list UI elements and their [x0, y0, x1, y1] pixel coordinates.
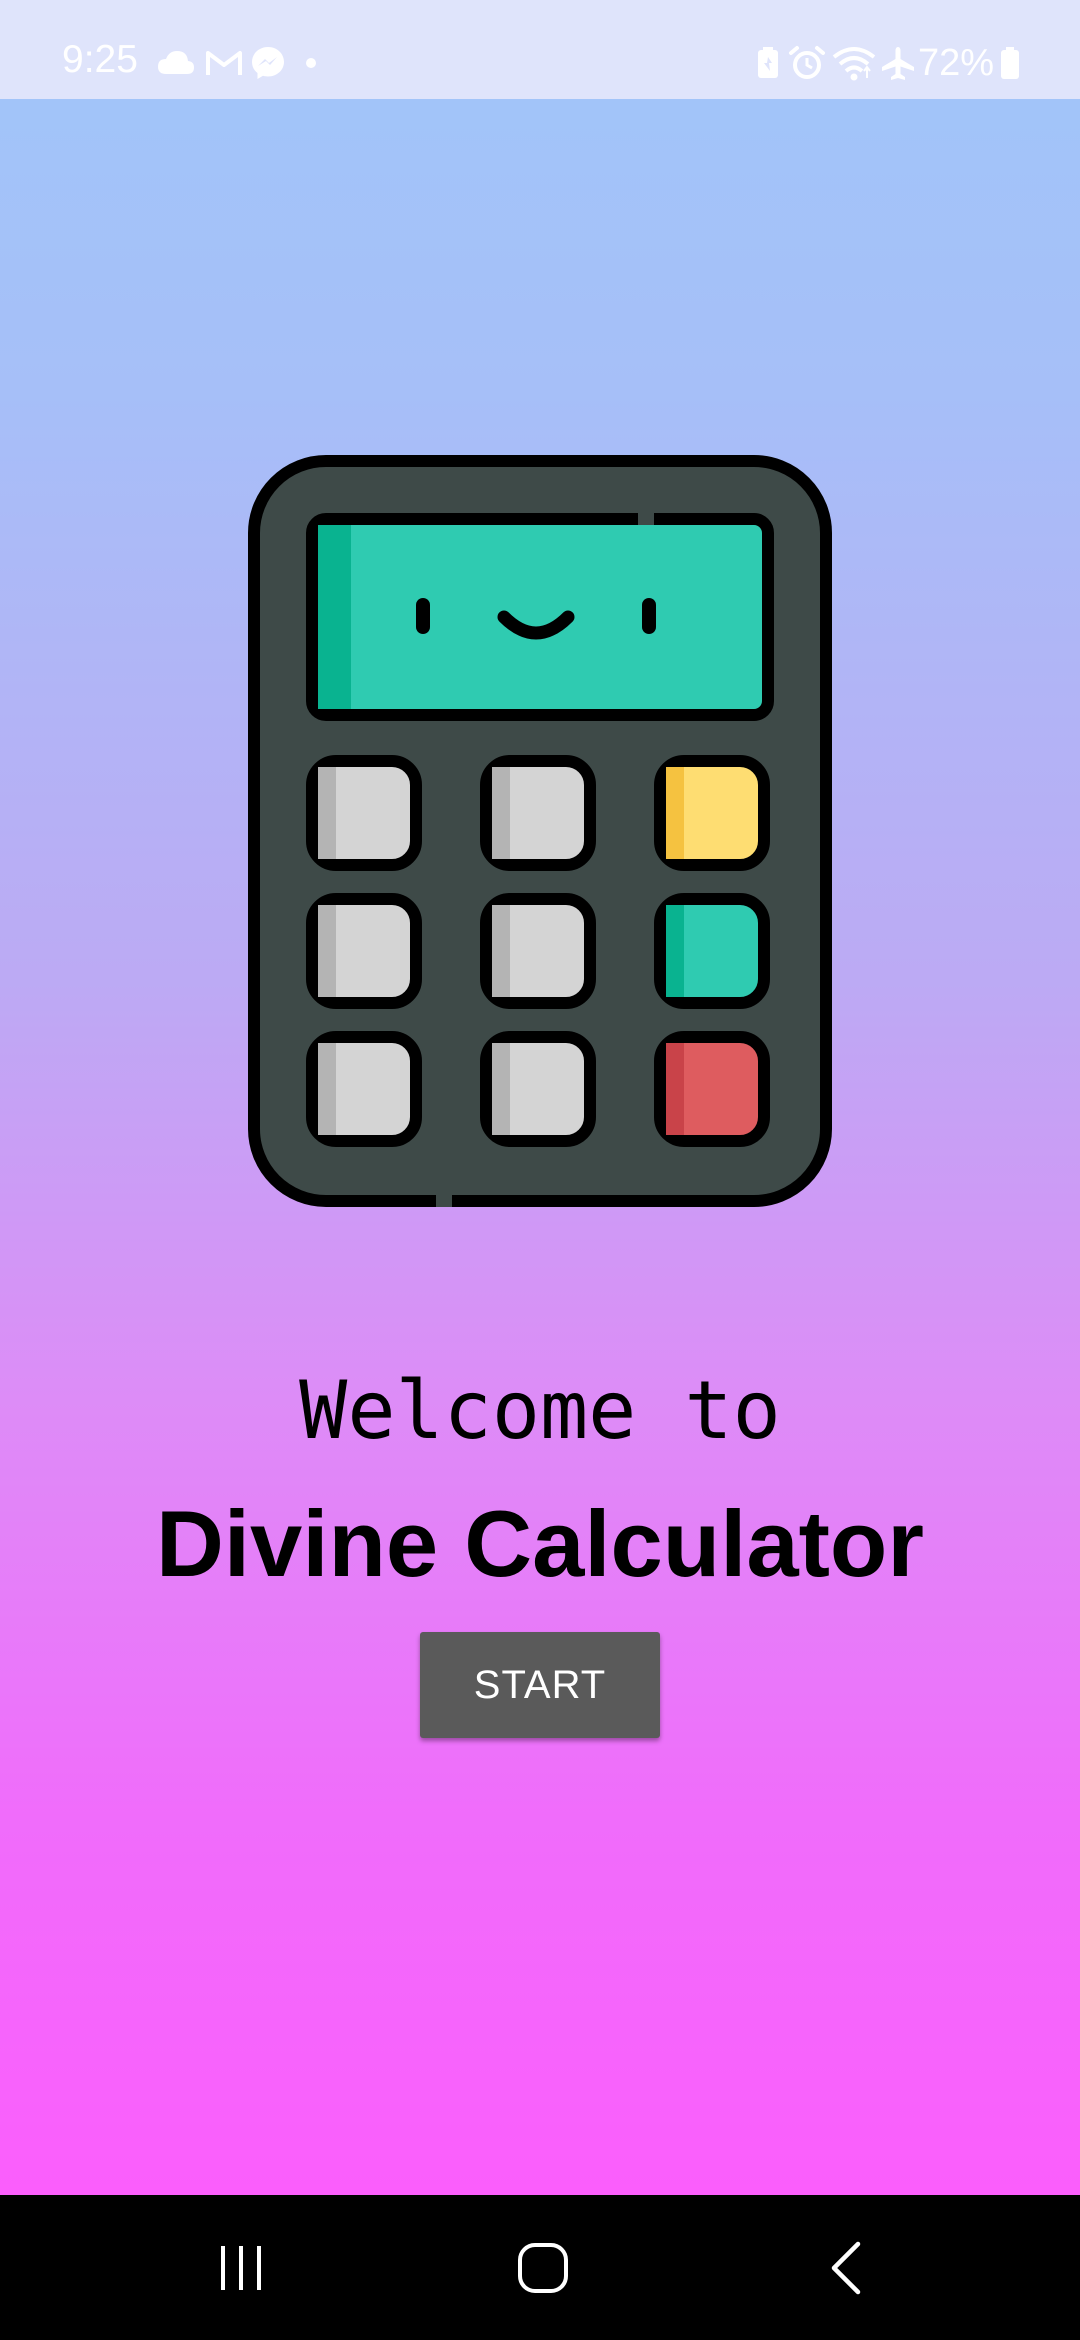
face-left-eye [416, 598, 430, 634]
recents-icon [221, 2245, 261, 2290]
battery-saver-icon [757, 47, 778, 78]
face-right-eye [642, 598, 656, 634]
dot-icon [306, 58, 316, 68]
alarm-icon [788, 46, 825, 79]
battery-percentage: 72% [917, 42, 994, 84]
battery-icon [1001, 47, 1019, 79]
calculator-screen [306, 513, 774, 721]
cloud-icon [158, 51, 194, 74]
system-status-icons: 72% [754, 42, 1020, 84]
welcome-screen: Welcome to Divine Calculator START [0, 99, 1080, 2195]
recents-button[interactable] [161, 2195, 321, 2340]
notification-icons [156, 46, 326, 80]
start-button[interactable]: START [420, 1632, 660, 1738]
wifi-icon [832, 47, 876, 81]
calculator-icon [248, 455, 832, 1207]
home-button[interactable] [463, 2195, 623, 2340]
back-button[interactable] [766, 2195, 926, 2340]
airplane-mode-icon [881, 47, 914, 80]
gmail-icon [206, 51, 242, 75]
back-icon [831, 2241, 861, 2294]
welcome-text: Welcome to [299, 1364, 781, 1457]
app-title: Divine Calculator [156, 1491, 924, 1596]
status-time: 9:25 [62, 38, 138, 81]
home-icon [518, 2242, 568, 2293]
status-bar: 9:25 72% [0, 0, 1080, 99]
messenger-icon [252, 47, 284, 79]
navigation-bar [0, 2195, 1080, 2340]
